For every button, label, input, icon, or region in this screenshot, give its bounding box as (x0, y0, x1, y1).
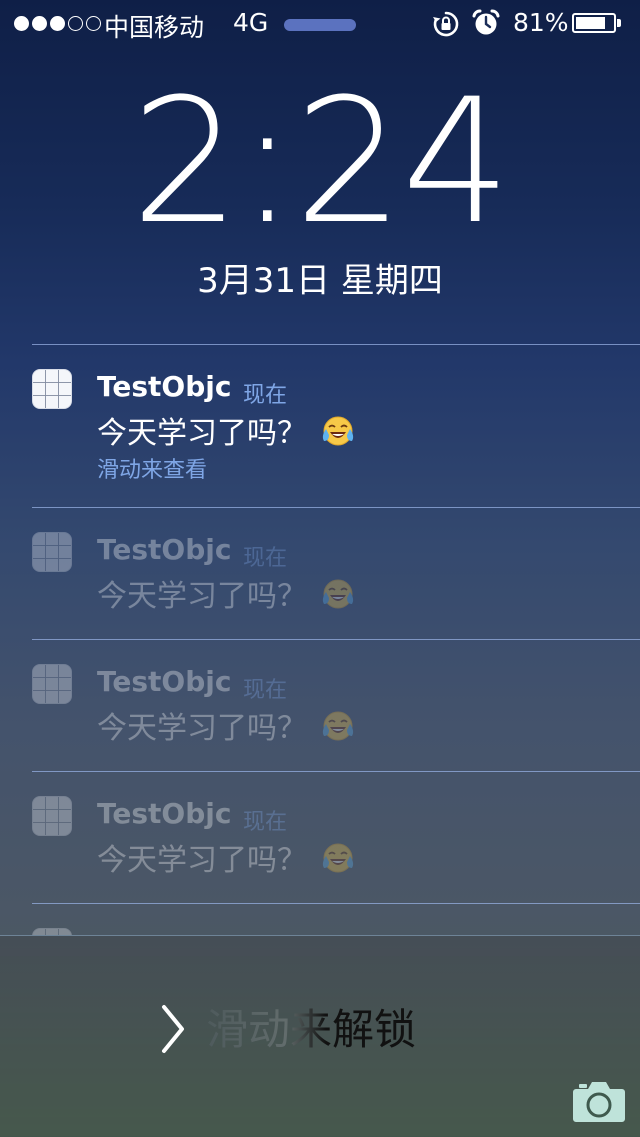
chevron-right-icon (162, 1005, 184, 1053)
network-type: 4G (233, 8, 269, 37)
signal-dot (32, 16, 47, 31)
notification-message: 今天学习了吗？ (97, 571, 355, 615)
notification-message: 今天学习了吗？ (97, 703, 355, 747)
status-bar: 中国移动 4G 81% (0, 0, 640, 48)
notification-message: 今天学习了吗？ (97, 408, 355, 452)
battery-tip (617, 19, 621, 27)
app-icon (32, 796, 72, 836)
face-with-tears-of-joy-icon (322, 843, 354, 873)
signal-dot (14, 16, 29, 31)
face-with-tears-of-joy-icon (322, 711, 354, 741)
notification-time: 现在 (243, 383, 288, 408)
slide-to-unlock-label[interactable]: 滑动来解锁 (206, 996, 416, 1057)
notification-item[interactable]: TestObjc 现在 今天学习了吗？ (0, 640, 640, 771)
face-with-tears-of-joy-icon (322, 416, 354, 446)
notification-app-name: TestObjc (97, 370, 232, 403)
face-with-tears-of-joy-icon (322, 579, 354, 609)
signal-dot (50, 16, 65, 31)
notification-item[interactable] (0, 904, 640, 935)
app-icon (32, 369, 72, 409)
carrier-name: 中国移动 (104, 13, 205, 42)
notification-item[interactable]: TestObjc 现在 今天学习了吗？ (0, 508, 640, 639)
signal-dot (86, 16, 101, 31)
battery-fill (576, 17, 606, 29)
rotation-lock-icon (433, 11, 459, 37)
notification-app-name: TestObjc (97, 797, 232, 830)
camera-icon[interactable] (572, 1079, 626, 1123)
notification-action-hint: 滑动来查看 (97, 458, 208, 483)
notification-message: 今天学习了吗？ (97, 835, 355, 879)
battery-percentage: 81% (513, 8, 569, 37)
notification-message-text: 今天学习了吗？ (97, 843, 307, 878)
notification-app-name: TestObjc (97, 665, 232, 698)
notification-app-name: TestObjc (97, 533, 232, 566)
notification-item[interactable]: TestObjc 现在 今天学习了吗？ (0, 772, 640, 903)
signal-strength-indicator (14, 10, 101, 31)
app-icon (32, 928, 72, 935)
notification-time: 现在 (243, 546, 288, 571)
app-icon (32, 532, 72, 572)
notification-message-text: 今天学习了吗？ (97, 579, 307, 614)
notification-time: 现在 (243, 678, 288, 703)
notification-message-text: 今天学习了吗？ (97, 416, 307, 451)
notification-item[interactable]: TestObjc 现在 今天学习了吗？ 滑动来查看 (0, 345, 640, 507)
notification-message-text: 今天学习了吗？ (97, 711, 307, 746)
alarm-icon (472, 9, 500, 35)
signal-dot (68, 16, 83, 31)
lock-screen-time: 2:24 (130, 61, 511, 262)
app-icon (32, 664, 72, 704)
notification-time: 现在 (243, 810, 288, 835)
battery-icon (572, 13, 616, 33)
lock-screen-date: 3月31日 星期四 (197, 261, 443, 301)
network-activity-bar (284, 19, 356, 31)
unlock-panel[interactable]: 滑动来解锁 (0, 935, 640, 1137)
